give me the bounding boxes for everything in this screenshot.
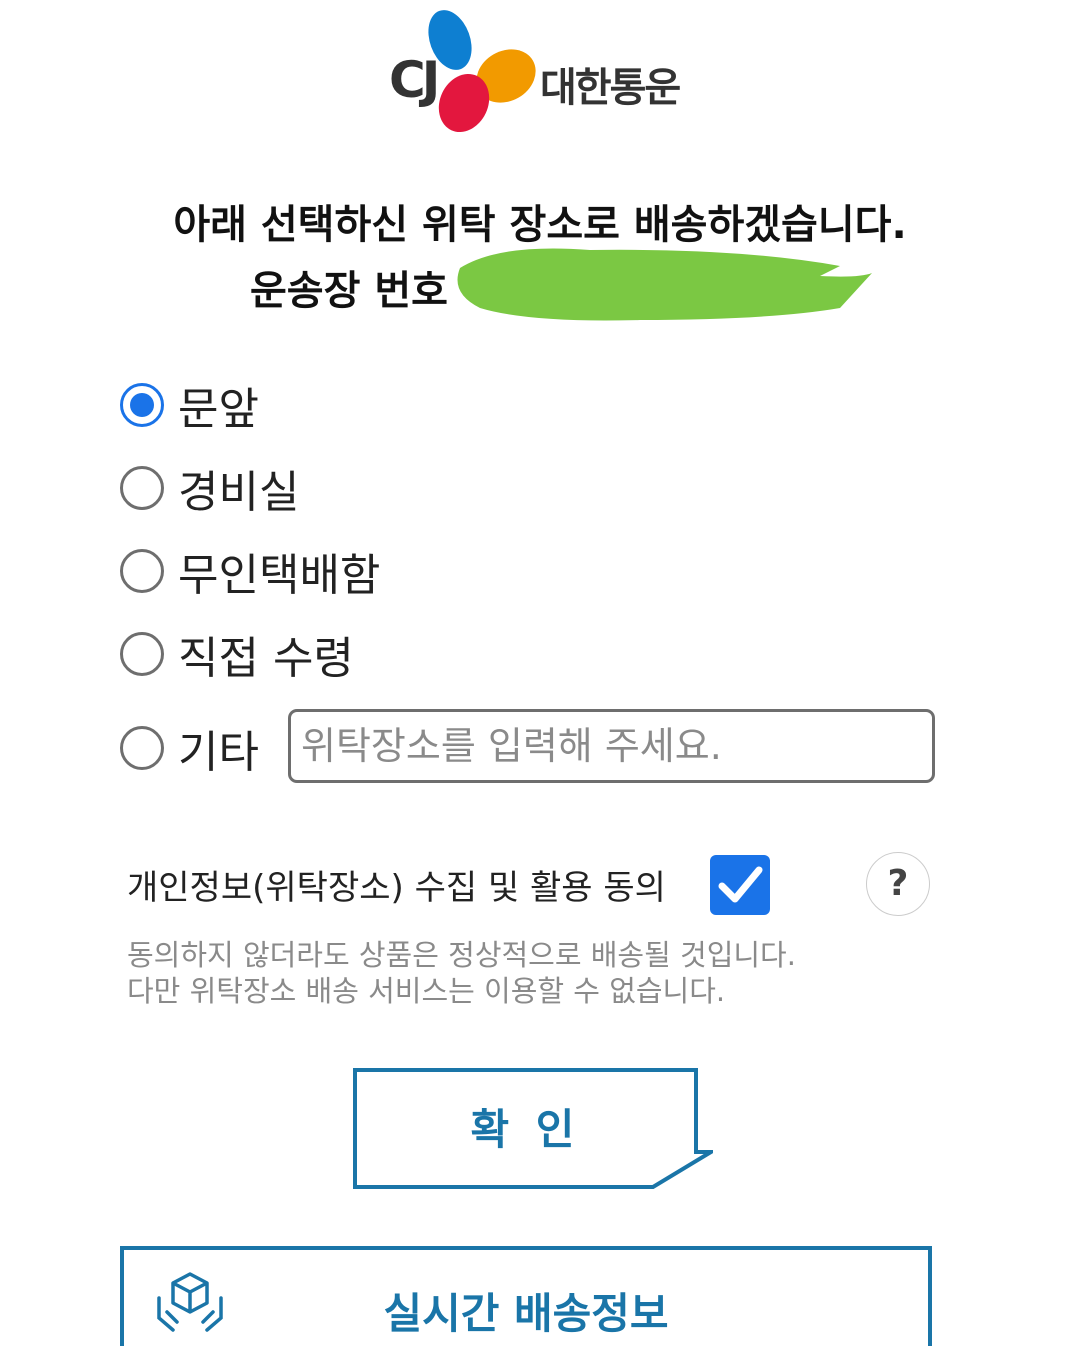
option-label: 경비실 [178, 467, 300, 518]
tracking-button-label[interactable]: 실시간 배송정보 [120, 1280, 932, 1341]
other-location-input[interactable] [288, 709, 935, 783]
radio-other[interactable] [120, 726, 164, 770]
consent-label: 개인정보(위탁장소) 수집 및 활용 동의 [127, 868, 666, 908]
consent-checkbox[interactable] [710, 855, 770, 915]
option-locker[interactable]: 무인택배함 [120, 546, 380, 601]
option-security-office[interactable]: 경비실 [120, 463, 299, 518]
redaction-mark [457, 248, 872, 321]
logo-brand: 대한통운 [540, 65, 681, 111]
radio-locker[interactable] [120, 549, 164, 593]
logo-mark: CJ [389, 51, 440, 109]
checkbox-check-icon [718, 866, 763, 903]
option-label: 문앞 [178, 384, 259, 435]
help-icon[interactable]: ? [866, 852, 930, 916]
option-label: 기타 [178, 727, 259, 778]
option-label: 직접 수령 [178, 633, 354, 684]
option-door[interactable]: 문앞 [120, 380, 259, 435]
radio-security-office[interactable] [120, 466, 164, 510]
radio-direct-receipt[interactable] [120, 632, 164, 676]
option-label: 무인택배함 [178, 550, 381, 601]
confirm-button-label[interactable]: 확 인 [353, 1096, 698, 1157]
option-direct-receipt[interactable]: 직접 수령 [120, 629, 354, 684]
waybill-label: 운송장 번호 [250, 268, 448, 314]
consent-note: 다만 위탁장소 배송 서비스는 이용할 수 없습니다. [127, 974, 726, 1008]
option-other[interactable]: 기타 [120, 723, 259, 778]
cj-logo: CJ 대한통운 [385, 4, 705, 141]
radio-door[interactable] [120, 383, 164, 427]
